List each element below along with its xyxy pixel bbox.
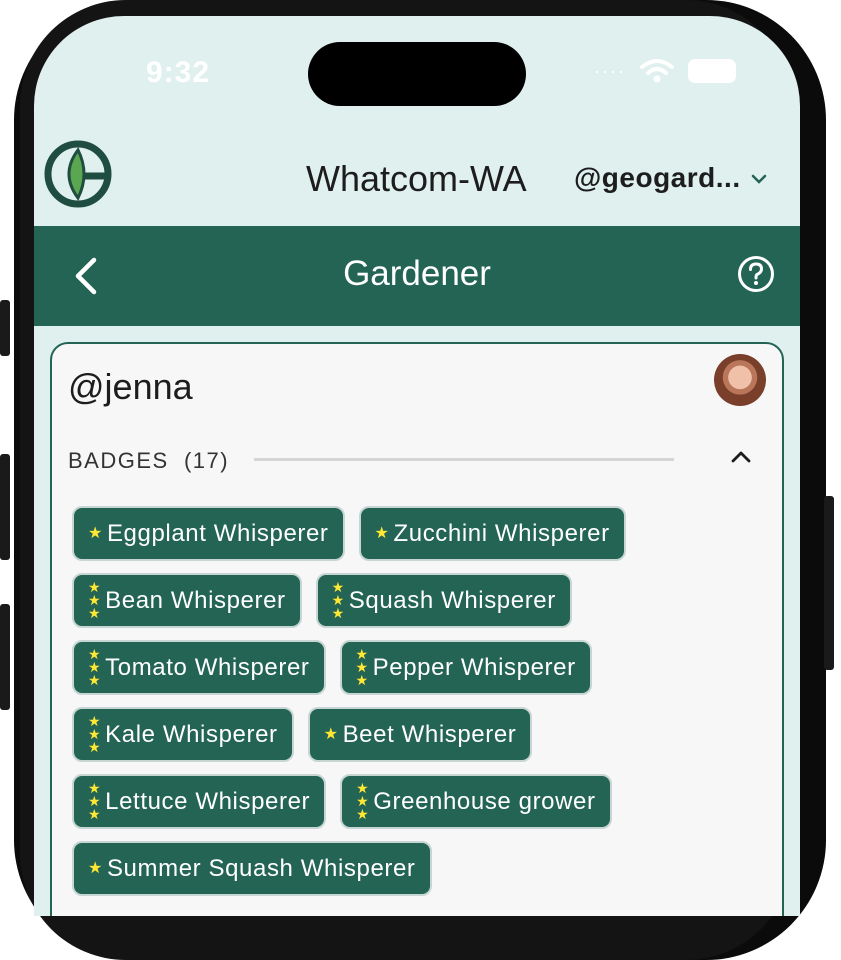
avatar[interactable]	[714, 354, 766, 406]
triple-star-icon: ★ ★ ★	[88, 713, 102, 755]
badges-label: BADGES	[68, 448, 169, 473]
side-button-volume-down	[0, 604, 10, 710]
app-header: Whatcom-WA @geogard...	[34, 126, 800, 226]
star-icon: ★	[374, 524, 390, 542]
gardener-card: @jenna BADGES (17) ★ Eggplant Whisperer ★…	[50, 342, 784, 916]
star-icon: ★	[323, 725, 339, 743]
triple-star-icon: ★ ★ ★	[356, 780, 370, 822]
triple-star-icon: ★ ★ ★	[355, 646, 369, 688]
star-icon: ★	[88, 524, 103, 542]
region-name: Whatcom-WA	[306, 158, 527, 199]
badge-beet-whisperer[interactable]: ★ Beet Whisperer	[307, 707, 533, 762]
account-switcher[interactable]: @geogard...	[574, 162, 741, 194]
triple-star-icon: ★ ★ ★	[88, 579, 102, 621]
geogardens-logo-icon[interactable]	[44, 140, 112, 208]
badge-label: Bean Whisperer	[105, 586, 286, 614]
badge-summer-squash-whisperer[interactable]: ★ Summer Squash Whisperer	[72, 841, 432, 896]
triple-star-icon: ★ ★ ★	[331, 579, 345, 621]
side-button-action	[0, 300, 10, 356]
badge-label: Eggplant Whisperer	[106, 519, 329, 547]
badge-greenhouse-grower[interactable]: ★ ★ ★ Greenhouse grower	[340, 774, 612, 829]
nav-bar: Gardener	[34, 226, 800, 326]
dynamic-island	[308, 42, 526, 106]
side-button-power	[824, 496, 834, 670]
badge-bean-whisperer[interactable]: ★ ★ ★ Bean Whisperer	[72, 573, 302, 628]
status-time: 9:32	[146, 56, 211, 89]
badge-label: Tomato Whisperer	[105, 653, 310, 681]
wifi-icon	[639, 59, 674, 83]
badge-squash-whisperer[interactable]: ★ ★ ★ Squash Whisperer	[315, 573, 572, 628]
gardener-username: @jenna	[68, 366, 193, 407]
chevron-down-icon[interactable]	[750, 170, 768, 188]
page-title: Gardener	[343, 254, 491, 293]
chevron-up-icon[interactable]	[730, 446, 752, 468]
badge-eggplant-whisperer[interactable]: ★ Eggplant Whisperer	[72, 506, 345, 561]
star-icon: ★	[88, 859, 103, 877]
divider	[254, 458, 674, 461]
badge-label: Summer Squash Whisperer	[106, 854, 416, 882]
app-screen: 9:32 ···· Whatcom-WA @geogard... Gardene…	[34, 16, 800, 916]
signal-icon: ····	[594, 60, 626, 81]
triple-star-icon: ★ ★ ★	[88, 780, 102, 822]
badges-count: (17)	[183, 448, 230, 473]
badge-tomato-whisperer[interactable]: ★ ★ ★ Tomato Whisperer	[72, 640, 326, 695]
badge-label: Lettuce Whisperer	[105, 787, 311, 815]
triple-star-icon: ★ ★ ★	[88, 646, 102, 688]
battery-icon	[687, 59, 736, 83]
badge-pepper-whisperer[interactable]: ★ ★ ★ Pepper Whisperer	[339, 640, 592, 695]
badge-label: Squash Whisperer	[348, 586, 556, 614]
help-icon[interactable]	[736, 254, 776, 294]
badges-section-label: BADGES (17)	[68, 448, 229, 474]
badge-lettuce-whisperer[interactable]: ★ ★ ★ Lettuce Whisperer	[72, 774, 327, 829]
badge-kale-whisperer[interactable]: ★ ★ ★ Kale Whisperer	[72, 707, 294, 762]
status-indicators: ····	[594, 58, 736, 84]
side-button-volume-up	[0, 454, 10, 560]
badge-zucchini-whisperer[interactable]: ★ Zucchini Whisperer	[358, 506, 626, 561]
badge-label: Zucchini Whisperer	[393, 519, 610, 547]
badge-label: Kale Whisperer	[105, 720, 278, 748]
badge-label: Greenhouse grower	[373, 787, 596, 815]
badge-list: ★ Eggplant Whisperer ★ Zucchini Whisperer …	[72, 506, 762, 896]
badge-label: Beet Whisperer	[342, 720, 517, 748]
badge-label: Pepper Whisperer	[372, 653, 576, 681]
